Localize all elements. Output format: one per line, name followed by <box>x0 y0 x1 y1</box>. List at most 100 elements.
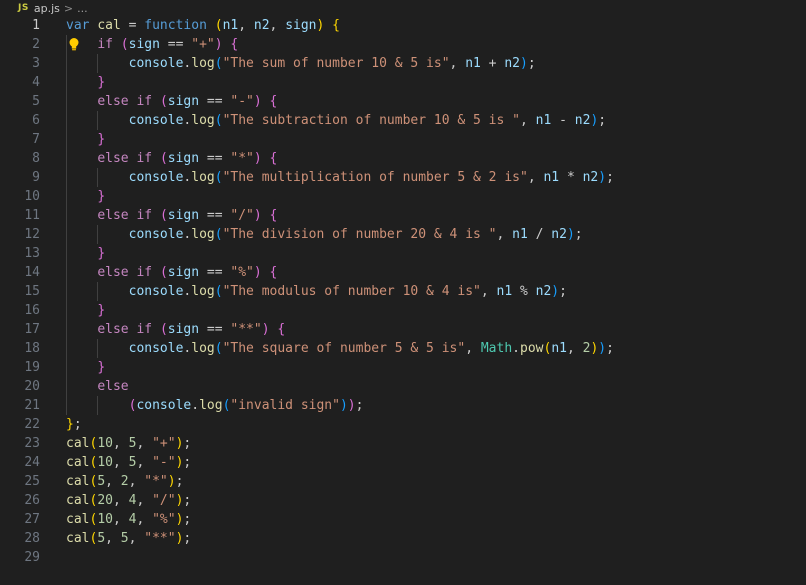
code-token: , <box>105 474 121 489</box>
code-line[interactable]: 21 (console.log("invalid sign")); <box>0 396 806 415</box>
code-line[interactable]: 28 cal(5, 5, "**"); <box>0 529 806 548</box>
code-line[interactable]: 13 } <box>0 244 806 263</box>
code-line[interactable]: 5 else if (sign == "-") { <box>0 92 806 111</box>
code-token: ) <box>261 322 270 337</box>
line-number[interactable]: 23 <box>0 434 40 453</box>
code-token: sign <box>167 151 200 166</box>
line-number[interactable]: 27 <box>0 510 40 529</box>
line-number[interactable]: 28 <box>0 529 40 548</box>
code-line[interactable]: 22}; <box>0 415 806 434</box>
code-line[interactable]: 16 } <box>0 301 806 320</box>
line-code: }; <box>66 415 82 434</box>
line-number[interactable]: 2 <box>0 35 40 54</box>
code-line[interactable]: 18 console. log("The square of number 5 &… <box>0 339 806 358</box>
line-number[interactable]: 15 <box>0 282 40 301</box>
code-token: { <box>269 151 278 166</box>
line-code: else if (sign == "*") { <box>66 149 277 168</box>
line-number[interactable]: 26 <box>0 491 40 510</box>
line-number[interactable]: 7 <box>0 130 40 149</box>
code-token: == <box>199 208 231 223</box>
code-line[interactable]: 27 cal(10, 4, "%"); <box>0 510 806 529</box>
code-token: n1 <box>465 56 481 71</box>
line-number[interactable]: 9 <box>0 168 40 187</box>
code-line[interactable]: 10 } <box>0 187 806 206</box>
code-line[interactable]: 20 else <box>0 377 806 396</box>
code-token: = <box>120 18 145 33</box>
code-line[interactable]: 3 console.log("The sum of number 10 & 5 … <box>0 54 806 73</box>
code-line[interactable]: 11 else if (sign == "/") { <box>0 206 806 225</box>
code-line[interactable]: 9 console.log("The multiplication of num… <box>0 168 806 187</box>
line-number[interactable]: 21 <box>0 396 40 415</box>
code-token: "**" <box>230 322 262 337</box>
line-number[interactable]: 29 <box>0 548 40 567</box>
indent-guide <box>97 168 99 187</box>
code-line[interactable]: 23 cal(10, 5, "+"); <box>0 434 806 453</box>
line-number[interactable]: 8 <box>0 149 40 168</box>
code-line[interactable]: 1 var cal = function (n1, n2, sign) { <box>0 16 806 35</box>
line-number[interactable]: 17 <box>0 320 40 339</box>
code-token: sign <box>167 265 200 280</box>
code-token: log <box>199 398 223 413</box>
line-code: cal(10, 4, "%"); <box>66 510 191 529</box>
code-line[interactable]: 15 console.log("The modulus of number 10… <box>0 282 806 301</box>
code-line[interactable]: 26 cal(20, 4, "/"); <box>0 491 806 510</box>
line-number[interactable]: 12 <box>0 225 40 244</box>
line-number[interactable]: 14 <box>0 263 40 282</box>
code-line[interactable]: 14 else if (sign == "%") { <box>0 263 806 282</box>
line-number[interactable]: 24 <box>0 453 40 472</box>
code-token: log <box>191 227 215 242</box>
code-token: , <box>465 341 481 356</box>
code-area[interactable]: 1 var cal = function (n1, n2, sign) {2 if… <box>0 16 806 567</box>
line-number[interactable]: 20 <box>0 377 40 396</box>
line-number[interactable]: 18 <box>0 339 40 358</box>
code-token: + <box>480 56 505 71</box>
code-token: cal <box>66 474 90 489</box>
code-line[interactable]: 19 } <box>0 358 806 377</box>
line-number[interactable]: 16 <box>0 301 40 320</box>
code-token: "The subtraction of number 10 & 5 is " <box>222 113 520 128</box>
code-token: ( <box>159 151 168 166</box>
code-token: } <box>97 75 106 90</box>
code-line[interactable]: 17 else if (sign == "**") { <box>0 320 806 339</box>
code-line[interactable]: 2 if (sign == "+") { <box>0 35 806 54</box>
breadcrumb-more[interactable]: ... <box>77 2 88 15</box>
code-token: if <box>136 208 153 223</box>
line-code: cal(20, 4, "/"); <box>66 491 191 510</box>
line-number[interactable]: 25 <box>0 472 40 491</box>
code-line[interactable]: 24 cal(10, 5, "-"); <box>0 453 806 472</box>
code-line[interactable]: 7 } <box>0 130 806 149</box>
code-token: ) <box>253 265 262 280</box>
code-token: n2 <box>535 284 552 299</box>
code-token: n2 <box>504 56 520 71</box>
code-token: . <box>512 341 520 356</box>
code-line[interactable]: 25 cal(5, 2, "*"); <box>0 472 806 491</box>
line-number[interactable]: 5 <box>0 92 40 111</box>
line-number[interactable]: 4 <box>0 73 40 92</box>
code-token: "invalid sign" <box>230 398 340 413</box>
line-number[interactable]: 11 <box>0 206 40 225</box>
code-token: , <box>496 227 513 242</box>
code-token: - <box>551 113 575 128</box>
line-code: console.log("The modulus of number 10 & … <box>66 282 567 301</box>
code-line[interactable]: 4 } <box>0 73 806 92</box>
code-token: cal <box>66 531 90 546</box>
line-number[interactable]: 10 <box>0 187 40 206</box>
lightbulb-icon[interactable] <box>67 37 81 52</box>
code-line[interactable]: 8 else if (sign == "*") { <box>0 149 806 168</box>
code-editor[interactable]: JS ap.js > ... 1 var cal = function (n1, … <box>0 0 806 585</box>
line-number[interactable]: 19 <box>0 358 40 377</box>
line-number[interactable]: 13 <box>0 244 40 263</box>
line-number[interactable]: 6 <box>0 111 40 130</box>
code-line[interactable]: 12 console.log("The division of number 2… <box>0 225 806 244</box>
line-number[interactable]: 3 <box>0 54 40 73</box>
code-token: ( <box>159 322 168 337</box>
breadcrumb-file[interactable]: ap.js <box>34 2 60 15</box>
code-line[interactable]: 29 <box>0 548 806 567</box>
code-line[interactable]: 6 console.log("The subtraction of number… <box>0 111 806 130</box>
line-number[interactable]: 22 <box>0 415 40 434</box>
code-token: } <box>97 132 106 147</box>
line-number[interactable]: 1 <box>0 16 40 35</box>
